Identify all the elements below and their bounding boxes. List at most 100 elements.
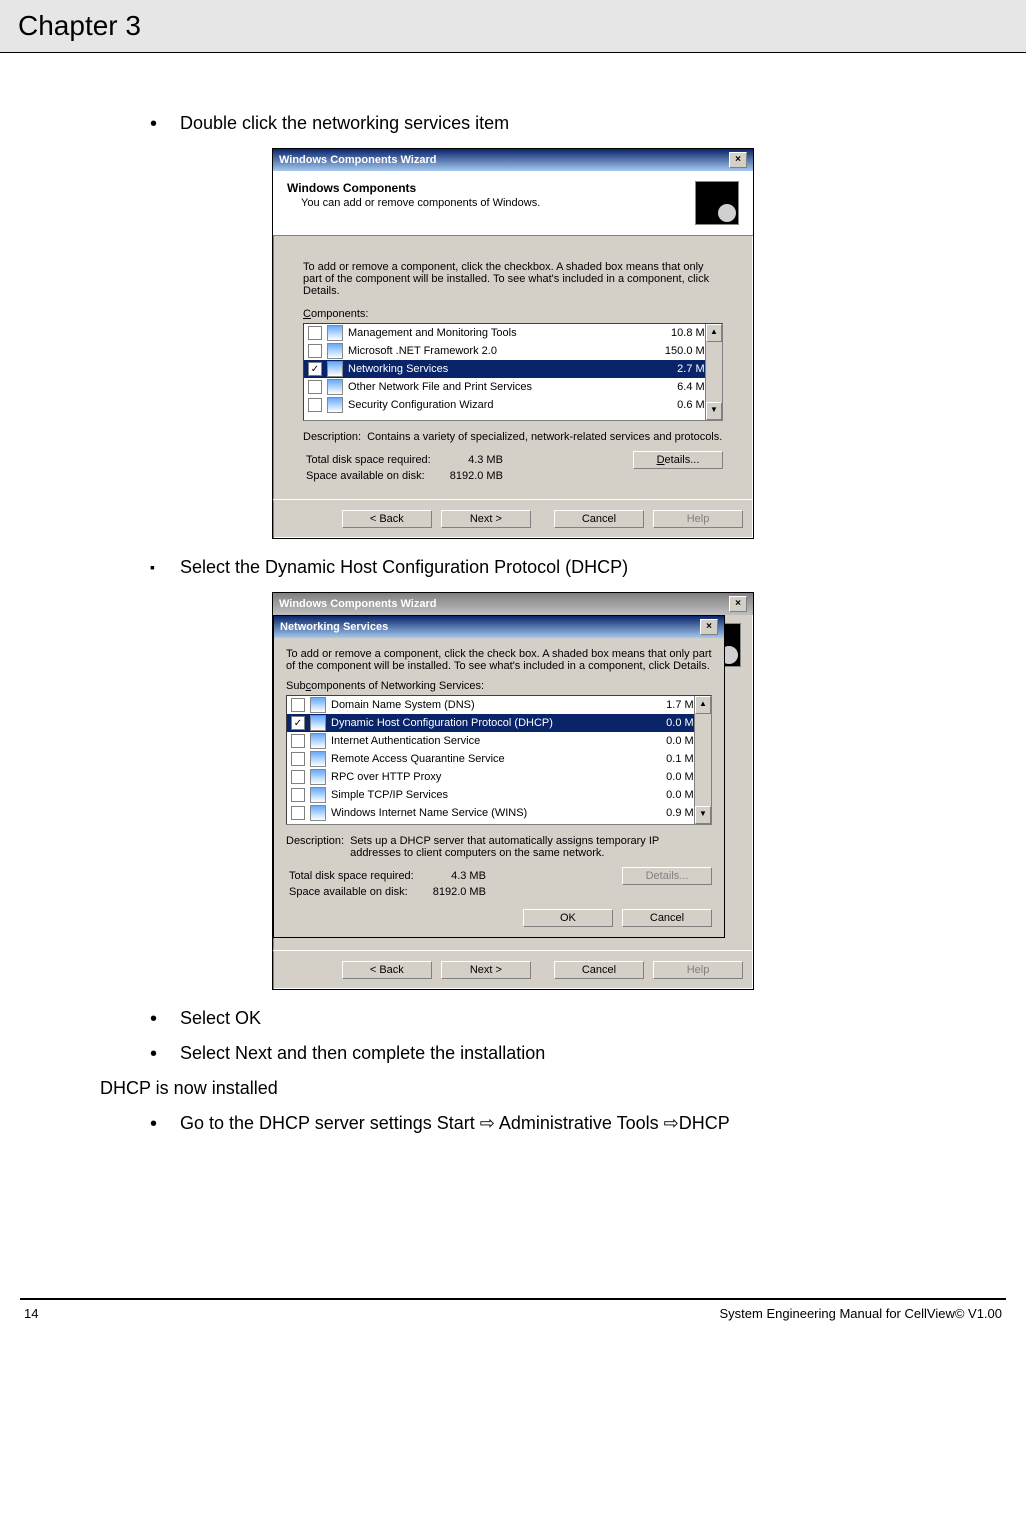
list-item[interactable]: Internet Authentication Service0.0 MB xyxy=(287,732,711,750)
back-button[interactable]: < Back xyxy=(342,961,432,979)
checkbox[interactable] xyxy=(291,806,305,820)
back-button[interactable]: < Back xyxy=(342,510,432,528)
bullet-item: Double click the networking services ite… xyxy=(150,113,936,134)
item-name: Internet Authentication Service xyxy=(331,735,636,747)
list-item[interactable]: Networking Services2.7 MB xyxy=(304,360,722,378)
next-button[interactable]: Next > xyxy=(441,961,531,979)
bullet-list-1: Double click the networking services ite… xyxy=(150,113,936,134)
list-item[interactable]: Management and Monitoring Tools10.8 MB xyxy=(304,324,722,342)
checkbox[interactable] xyxy=(291,788,305,802)
wizard-dialog-2: Windows Components Wizard × Networking S… xyxy=(272,592,754,990)
disc-icon xyxy=(695,181,739,225)
help-button: Help xyxy=(653,961,743,979)
scrollbar[interactable]: ▲▼ xyxy=(694,696,711,824)
item-name: Windows Internet Name Service (WINS) xyxy=(331,807,636,819)
scroll-up-icon[interactable]: ▲ xyxy=(706,324,722,342)
component-icon xyxy=(310,787,326,803)
close-icon[interactable]: × xyxy=(700,619,718,635)
list-item[interactable]: Microsoft .NET Framework 2.0150.0 MB xyxy=(304,342,722,360)
cancel-button[interactable]: Cancel xyxy=(554,961,644,979)
wizard-header: Windows Components You can add or remove… xyxy=(273,171,753,236)
instruction-text: To add or remove a component, click the … xyxy=(286,648,712,672)
wizard-buttons: < Back Next > Cancel Help xyxy=(273,499,753,538)
list-item[interactable]: Remote Access Quarantine Service0.1 MB xyxy=(287,750,711,768)
description-text: Contains a variety of specialized, netwo… xyxy=(367,431,722,443)
page-footer: 14 System Engineering Manual for CellVie… xyxy=(20,1298,1006,1327)
page-content: Double click the networking services ite… xyxy=(0,53,1026,1158)
checkbox[interactable] xyxy=(308,326,322,340)
dialog-title: Networking Services xyxy=(280,621,388,633)
item-name: Microsoft .NET Framework 2.0 xyxy=(348,345,647,357)
cancel-button[interactable]: Cancel xyxy=(554,510,644,528)
scroll-down-icon[interactable]: ▼ xyxy=(706,402,722,420)
checkbox[interactable] xyxy=(308,344,322,358)
list-item[interactable]: Security Configuration Wizard0.6 MB xyxy=(304,396,722,414)
dialog-title: Windows Components Wizard xyxy=(279,154,436,166)
networking-services-dialog: Networking Services × To add or remove a… xyxy=(273,615,725,938)
bullet-item: Select OK xyxy=(150,1008,936,1029)
component-icon xyxy=(310,769,326,785)
list-item[interactable]: Simple TCP/IP Services0.0 MB xyxy=(287,786,711,804)
details-button: Details... xyxy=(622,867,712,885)
item-name: Networking Services xyxy=(348,363,647,375)
page-number: 14 xyxy=(24,1306,38,1321)
list-label: Subcomponents of Networking Services: xyxy=(286,680,712,692)
details-button[interactable]: Details... xyxy=(633,451,723,469)
list-label: Components: xyxy=(303,308,723,320)
components-list[interactable]: Management and Monitoring Tools10.8 MBMi… xyxy=(303,323,723,421)
bullet-list-4: Go to the DHCP server settings Start ⇨ A… xyxy=(150,1113,936,1134)
list-item[interactable]: Dynamic Host Configuration Protocol (DHC… xyxy=(287,714,711,732)
disk-stats: Total disk space required:4.3 MB Space a… xyxy=(303,451,521,485)
titlebar-inactive: Windows Components Wizard × xyxy=(273,593,753,615)
item-name: Remote Access Quarantine Service xyxy=(331,753,636,765)
item-name: Dynamic Host Configuration Protocol (DHC… xyxy=(331,717,636,729)
component-icon xyxy=(327,361,343,377)
wizard-dialog-1: Windows Components Wizard × Windows Comp… xyxy=(272,148,754,539)
list-item[interactable]: Windows Internet Name Service (WINS)0.9 … xyxy=(287,804,711,822)
checkbox[interactable] xyxy=(291,716,305,730)
scrollbar[interactable]: ▲▼ xyxy=(705,324,722,420)
bullet-list-2: Select the Dynamic Host Configuration Pr… xyxy=(150,557,936,578)
component-icon xyxy=(327,325,343,341)
ok-button[interactable]: OK xyxy=(523,909,613,927)
list-item[interactable]: Other Network File and Print Services6.4… xyxy=(304,378,722,396)
checkbox[interactable] xyxy=(291,770,305,784)
scroll-down-icon[interactable]: ▼ xyxy=(695,806,711,824)
item-name: Domain Name System (DNS) xyxy=(331,699,636,711)
close-icon[interactable]: × xyxy=(729,152,747,168)
component-icon xyxy=(310,715,326,731)
cancel-button[interactable]: Cancel xyxy=(622,909,712,927)
component-icon xyxy=(310,751,326,767)
checkbox[interactable] xyxy=(308,380,322,394)
help-button: Help xyxy=(653,510,743,528)
component-icon xyxy=(310,805,326,821)
subcomponents-list[interactable]: Domain Name System (DNS)1.7 MB Dynamic Ho… xyxy=(286,695,712,825)
instruction-text: To add or remove a component, click the … xyxy=(303,261,723,297)
item-name: Security Configuration Wizard xyxy=(348,399,647,411)
next-button[interactable]: Next > xyxy=(441,510,531,528)
scroll-up-icon[interactable]: ▲ xyxy=(695,696,711,714)
checkbox[interactable] xyxy=(308,362,322,376)
bullet-list-3: Select OK Select Next and then complete … xyxy=(150,1008,936,1064)
disk-stats: Total disk space required:4.3 MB Space a… xyxy=(286,867,504,901)
dialog-title: Windows Components Wizard xyxy=(279,598,436,610)
description-label: Description: xyxy=(303,431,361,443)
checkbox[interactable] xyxy=(291,698,305,712)
component-icon xyxy=(327,343,343,359)
bullet-item: Select the Dynamic Host Configuration Pr… xyxy=(150,557,936,578)
description-label: Description: xyxy=(286,835,344,859)
wizard-heading: Windows Components xyxy=(287,181,540,195)
titlebar: Networking Services × xyxy=(274,616,724,638)
checkbox[interactable] xyxy=(291,734,305,748)
item-name: Other Network File and Print Services xyxy=(348,381,647,393)
item-name: RPC over HTTP Proxy xyxy=(331,771,636,783)
checkbox[interactable] xyxy=(291,752,305,766)
item-name: Simple TCP/IP Services xyxy=(331,789,636,801)
list-item[interactable]: Domain Name System (DNS)1.7 MB xyxy=(287,696,711,714)
checkbox[interactable] xyxy=(308,398,322,412)
list-item[interactable]: RPC over HTTP Proxy0.0 MB xyxy=(287,768,711,786)
close-icon[interactable]: × xyxy=(729,596,747,612)
description-text: Sets up a DHCP server that automatically… xyxy=(350,835,712,859)
component-icon xyxy=(327,379,343,395)
statement-text: DHCP is now installed xyxy=(100,1078,936,1099)
